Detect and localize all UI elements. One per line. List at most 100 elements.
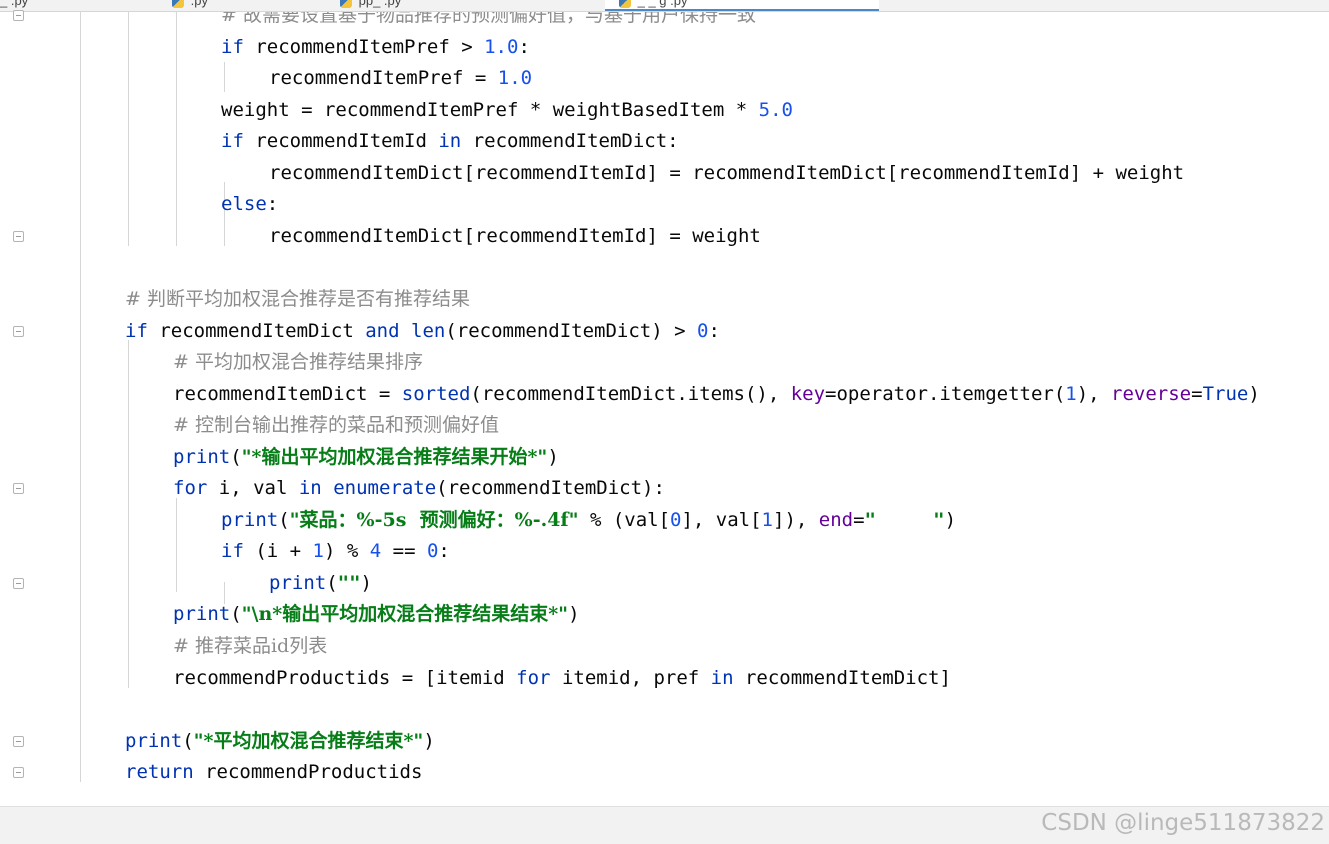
code-line[interactable]: recommendProductids = [itemid for itemid…	[173, 663, 951, 694]
indent-guide	[80, 12, 81, 782]
code-line[interactable]: if recommendItemDict and len(recommendIt…	[125, 316, 720, 347]
python-file-icon	[172, 0, 184, 8]
code-token-num: 1	[312, 540, 324, 563]
code-line[interactable]: return recommendProductids	[125, 757, 422, 788]
code-token: (recommendItemDict):	[436, 477, 665, 500]
code-token: =	[1191, 382, 1203, 405]
code-token-num: 0	[697, 319, 709, 342]
code-token: :	[438, 540, 450, 563]
code-token-str: "\n*输出平均加权混合推荐结果结束*"	[241, 603, 569, 626]
code-token: itemid, pref	[550, 666, 711, 689]
code-token: )	[568, 603, 580, 626]
fold-minus-icon[interactable]	[13, 10, 24, 21]
code-token: recommendItemDict[recommendItemId] = wei…	[269, 224, 761, 247]
code-token-num: 1	[1065, 382, 1077, 405]
code-token: recommendItemDict	[147, 319, 366, 342]
code-token: (	[326, 571, 338, 594]
indent-guide	[176, 498, 177, 592]
code-line[interactable]: recommendItemDict[recommendItemId] = wei…	[269, 221, 761, 252]
code-line[interactable]: weight = recommendItemPref * weightBased…	[221, 95, 793, 126]
code-line[interactable]: if (i + 1) % 4 == 0:	[221, 536, 450, 567]
editor-tab-label: _ .py	[0, 0, 29, 8]
code-token-builtin: print	[173, 445, 231, 468]
code-token: weight = recommendItemPref * weightBased…	[221, 98, 759, 121]
editor-gutter	[0, 10, 37, 806]
code-token: recommendItemDict =	[173, 382, 402, 405]
fold-minus-icon[interactable]	[13, 735, 24, 747]
code-token-kw: in	[710, 666, 734, 689]
code-token: (	[230, 603, 242, 626]
code-token-kw: True	[1202, 382, 1249, 405]
code-token-builtin: print	[125, 729, 183, 752]
code-token: :	[518, 35, 530, 58]
code-token-kw: else	[221, 193, 267, 216]
code-token-kw: for	[516, 666, 551, 689]
code-token-num: 5.0	[758, 98, 793, 121]
code-token: ==	[381, 540, 427, 563]
code-token-str: "*输出平均加权混合推荐结果开始*"	[241, 445, 548, 468]
code-line[interactable]: recommendItemDict = sorted(recommendItem…	[173, 379, 1260, 410]
code-token-str: ""	[337, 571, 361, 594]
fold-minus-icon[interactable]	[13, 483, 24, 495]
code-line[interactable]: print("*输出平均加权混合推荐结果开始*")	[173, 442, 559, 473]
ide-window: _ .py .py pp_ .py _ _ g .py # 故需要设置基于物品推…	[0, 0, 1329, 844]
code-editor[interactable]: # 故需要设置基于物品推荐的预测偏好值，与基于用户保持一致 if recommen…	[37, 12, 1329, 806]
code-token: ) %	[323, 540, 370, 563]
code-line[interactable]: else:	[221, 189, 278, 220]
code-token-kw: if	[221, 130, 244, 153]
code-line[interactable]: # 判断平均加权混合推荐是否有推荐结果	[125, 284, 470, 315]
fold-minus-icon[interactable]	[13, 767, 24, 779]
editor-tab[interactable]: .py	[172, 0, 208, 11]
code-token-num: 4	[369, 540, 382, 563]
fold-minus-icon[interactable]	[13, 230, 24, 242]
code-line[interactable]: # 故需要设置基于物品推荐的预测偏好值，与基于用户保持一致	[221, 12, 756, 31]
code-token: recommendItemDict]	[733, 666, 951, 689]
editor-tab[interactable]: pp_ .py	[340, 0, 401, 11]
code-token: )	[1248, 382, 1260, 405]
indent-guide	[128, 12, 129, 246]
code-token: recommendProductids	[193, 761, 423, 784]
code-token: (recommendItemDict.items(),	[470, 382, 791, 405]
editor-tab-bar: _ .py .py pp_ .py _ _ g .py	[0, 0, 1329, 12]
editor-tab-label: pp_ .py	[358, 0, 402, 8]
code-line[interactable]: print("*平均加权混合推荐结束*")	[125, 726, 435, 757]
code-line[interactable]: # 推荐菜品id列表	[173, 631, 327, 662]
code-token: (	[278, 508, 290, 531]
code-line[interactable]: if recommendItemId in recommendItemDict:	[221, 126, 679, 157]
code-token-builtin: enumerate	[333, 477, 437, 500]
code-token: )	[423, 729, 435, 752]
code-token-cmt: # 判断平均加权混合推荐是否有推荐结果	[125, 287, 470, 310]
code-token-str: " "	[864, 508, 945, 531]
code-token: (i +	[243, 540, 313, 563]
code-line[interactable]: recommendItemDict[recommendItemId] = rec…	[269, 158, 1184, 189]
code-token: :	[266, 193, 279, 216]
code-token: (recommendItemDict) >	[445, 319, 698, 342]
code-token-kw: and	[365, 319, 400, 342]
code-token: recommendProductids = [itemid	[173, 666, 517, 689]
code-line[interactable]: # 平均加权混合推荐结果排序	[173, 347, 423, 378]
code-line[interactable]: recommendItemPref = 1.0	[269, 63, 532, 94]
code-line[interactable]: for i, val in enumerate(recommendItemDic…	[173, 473, 665, 504]
watermark: CSDN @linge511873822	[1041, 810, 1325, 836]
code-line[interactable]: print("菜品：%-5s 预测偏好：%-.4f" % (val[0], va…	[221, 505, 956, 536]
code-line[interactable]: # 控制台输出推荐的菜品和预测偏好值	[173, 410, 499, 441]
code-token-num: 0	[426, 540, 439, 563]
code-token: % (val[	[578, 508, 671, 531]
fold-minus-icon[interactable]	[13, 577, 24, 589]
code-token: i, val	[207, 477, 299, 500]
code-token: :	[708, 319, 720, 342]
code-line[interactable]: if recommendItemPref > 1.0:	[221, 32, 530, 63]
code-line[interactable]: print("\n*输出平均加权混合推荐结果结束*")	[173, 599, 580, 630]
code-token: ]),	[773, 508, 819, 531]
code-token-kw: in	[438, 130, 462, 153]
indent-guide	[128, 340, 129, 688]
code-token-kwarg: end	[818, 508, 854, 531]
code-token-builtin: print	[269, 571, 327, 594]
code-line[interactable]: print("")	[269, 568, 372, 599]
code-token-kwarg: reverse	[1111, 382, 1192, 405]
code-token: )	[547, 445, 559, 468]
code-token: recommendItemPref >	[243, 35, 485, 58]
fold-minus-icon[interactable]	[13, 325, 24, 337]
